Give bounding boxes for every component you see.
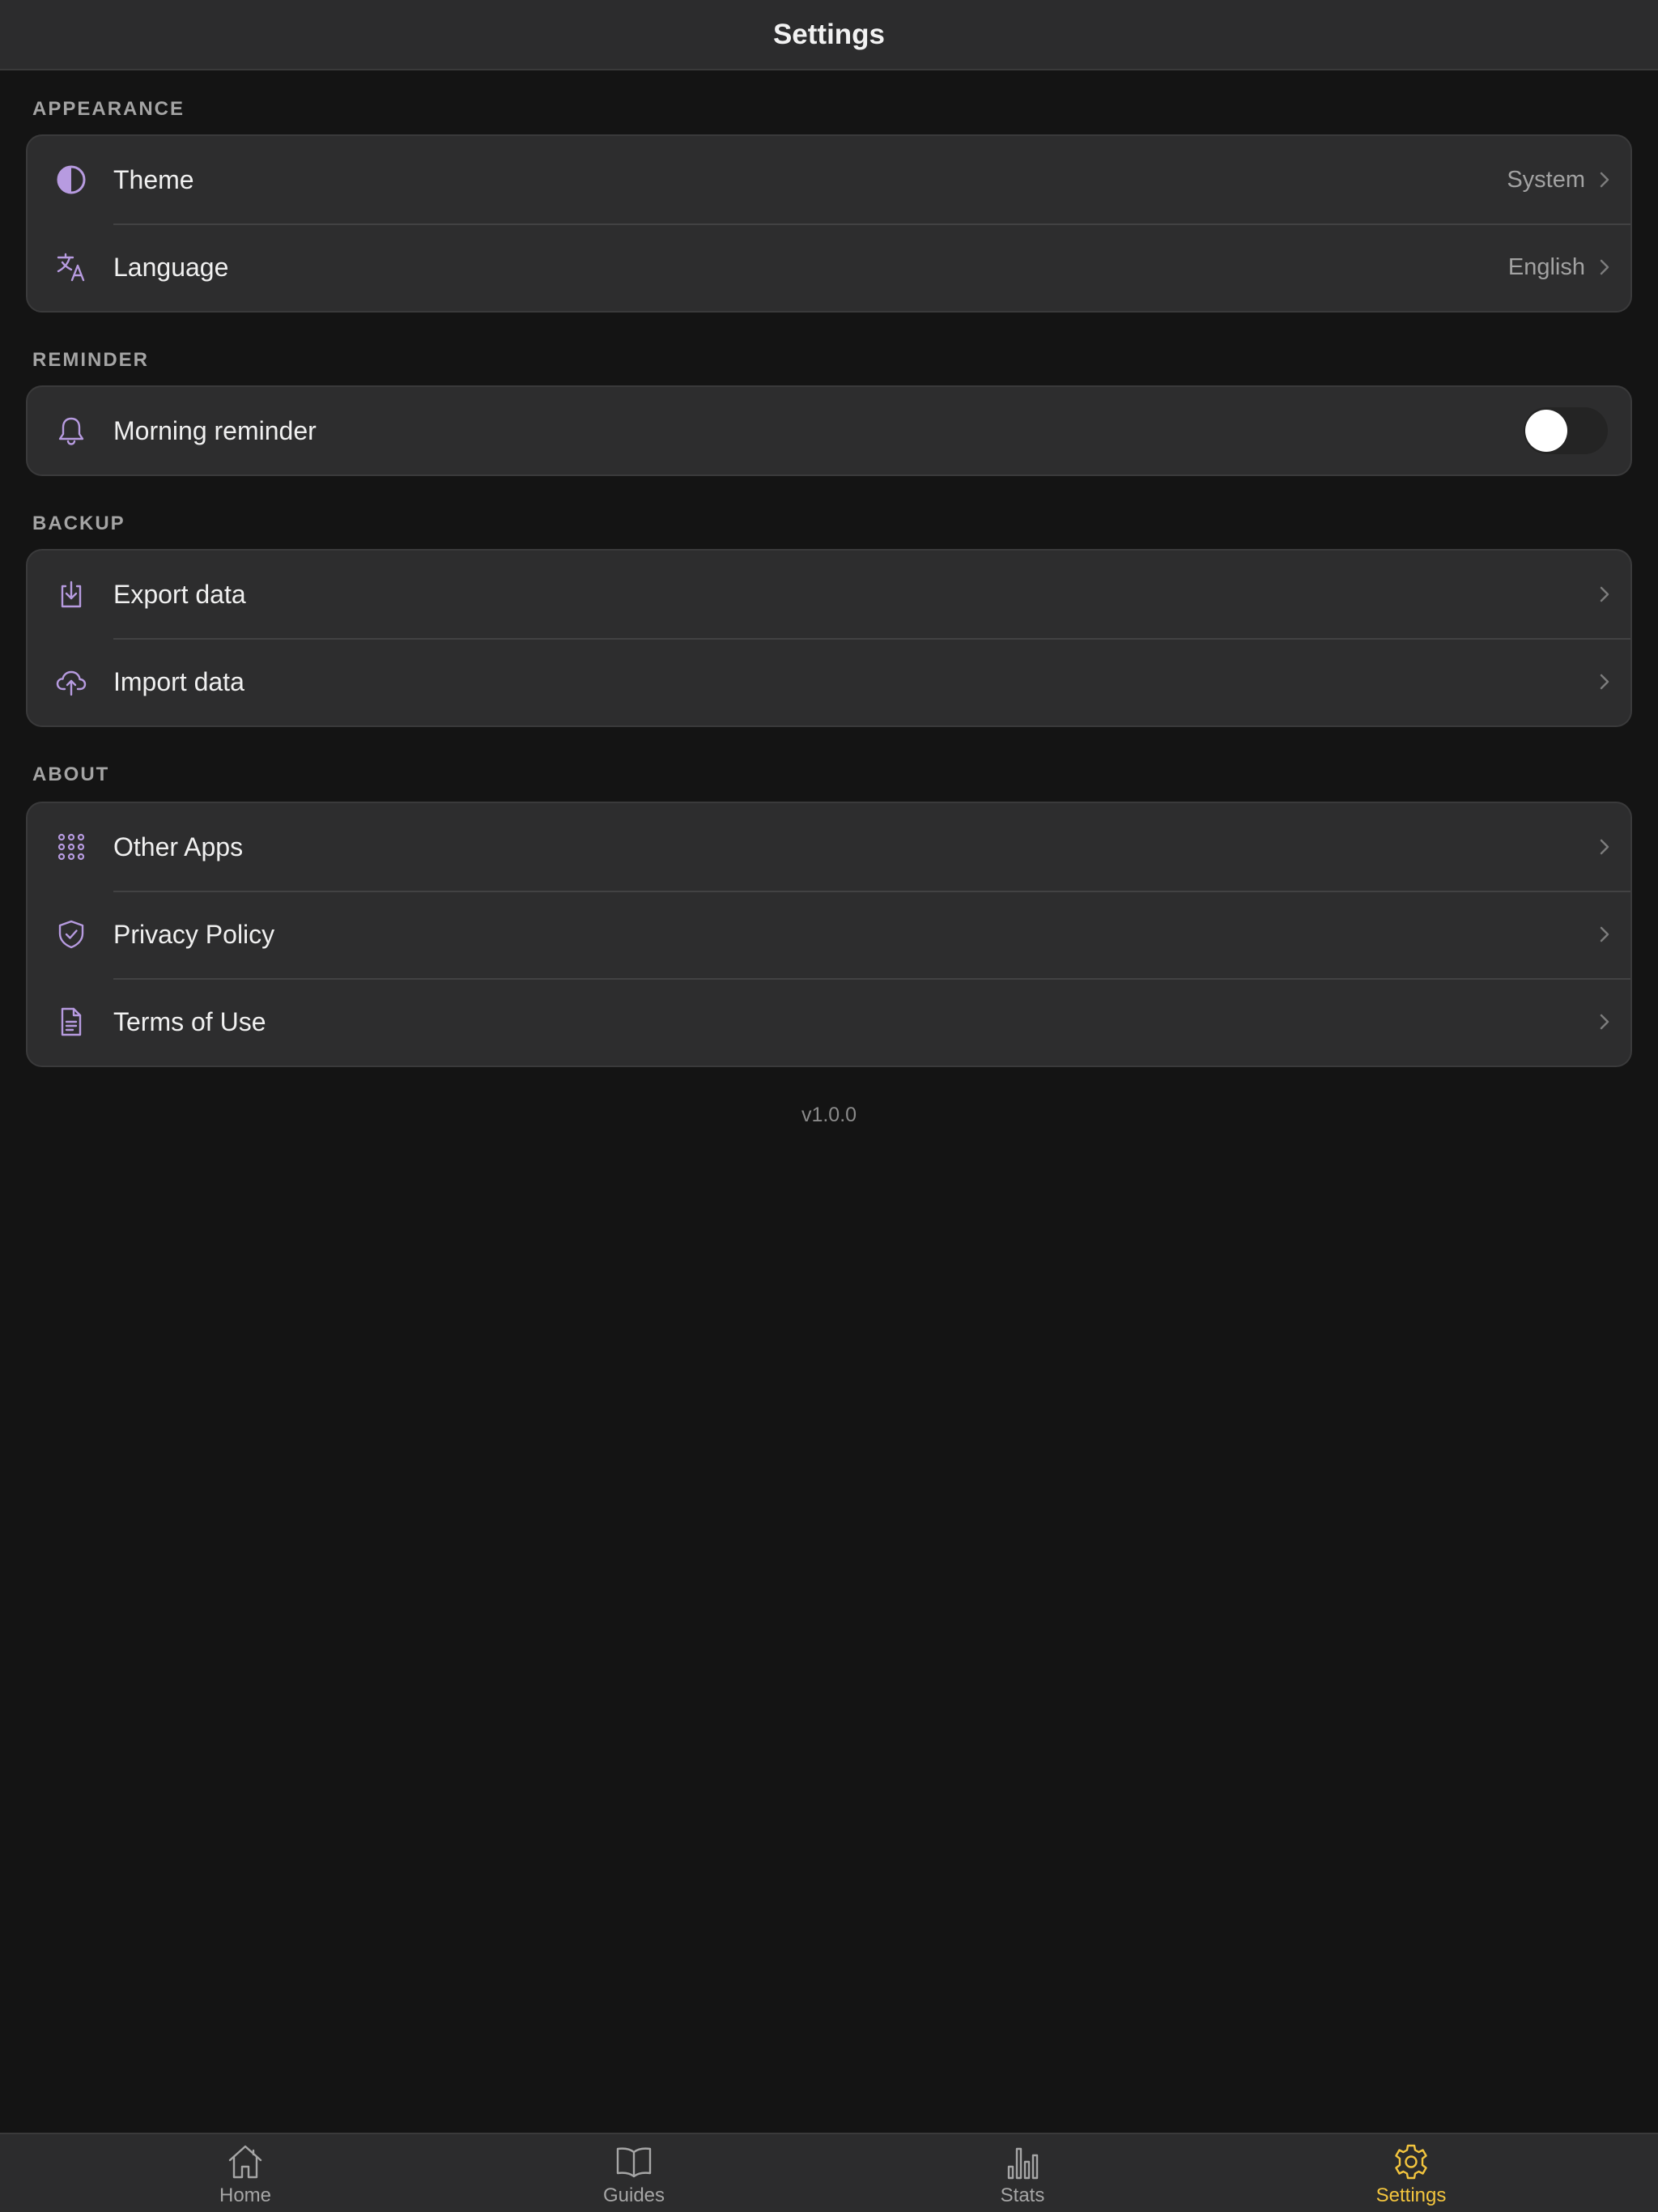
terms-of-use-label: Terms of Use	[113, 1006, 266, 1036]
theme-row[interactable]: Theme System	[28, 136, 1630, 223]
section-label-about: ABOUT	[32, 764, 110, 785]
language-value: English	[1507, 253, 1585, 280]
gear-icon	[1395, 2144, 1427, 2180]
chevron-right-icon	[1600, 586, 1609, 602]
cloud-upload-icon	[55, 666, 87, 698]
privacy-policy-label: Privacy Policy	[113, 919, 275, 949]
tab-settings[interactable]: Settings	[1314, 2134, 1508, 2212]
about-card: Other Apps Privacy Policy Terms of Use	[26, 802, 1632, 1067]
export-data-label: Export data	[113, 579, 246, 609]
toggle-knob	[1525, 410, 1567, 452]
home-icon	[228, 2145, 262, 2179]
morning-reminder-toggle[interactable]	[1524, 407, 1608, 454]
settings-screen: Settings APPEARANCE Theme System Languag…	[0, 0, 1658, 2212]
import-data-label: Import data	[113, 666, 244, 696]
privacy-policy-row[interactable]: Privacy Policy	[28, 891, 1630, 978]
tab-home-label: Home	[219, 2184, 272, 2206]
language-label: Language	[113, 252, 229, 282]
backup-card: Export data Import data	[26, 549, 1632, 727]
chevron-right-icon	[1600, 259, 1609, 275]
tab-home[interactable]: Home	[148, 2134, 342, 2212]
morning-reminder-label: Morning reminder	[113, 415, 317, 445]
morning-reminder-row: Morning reminder	[28, 387, 1630, 474]
page-title: Settings	[772, 18, 886, 50]
translate-icon	[55, 251, 87, 283]
bottom-tab-bar: Home Guides Stats Settings	[0, 2133, 1658, 2212]
section-label-backup: BACKUP	[32, 513, 125, 534]
tab-settings-label: Settings	[1375, 2184, 1447, 2206]
export-data-row[interactable]: Export data	[28, 551, 1630, 638]
tab-guides-label: Guides	[602, 2184, 665, 2206]
tab-stats-label: Stats	[1000, 2184, 1045, 2206]
import-data-row[interactable]: Import data	[28, 638, 1630, 725]
tab-stats[interactable]: Stats	[925, 2134, 1120, 2212]
grid-dots-icon	[55, 831, 87, 863]
document-icon	[55, 1006, 87, 1038]
reminder-card: Morning reminder	[26, 385, 1632, 476]
bell-icon	[55, 415, 87, 447]
terms-of-use-row[interactable]: Terms of Use	[28, 978, 1630, 1066]
language-row[interactable]: Language English	[28, 223, 1630, 311]
chevron-right-icon	[1600, 172, 1609, 188]
chevron-right-icon	[1600, 1014, 1609, 1030]
bar-chart-icon	[1007, 2147, 1039, 2180]
top-bar: Settings	[0, 0, 1658, 70]
section-label-reminder: REMINDER	[32, 349, 150, 371]
chevron-right-icon	[1600, 839, 1609, 855]
book-icon	[616, 2147, 652, 2178]
tab-guides[interactable]: Guides	[537, 2134, 731, 2212]
theme-label: Theme	[113, 164, 194, 194]
chevron-right-icon	[1600, 926, 1609, 942]
half-circle-icon	[55, 164, 87, 196]
download-icon	[55, 578, 87, 610]
chevron-right-icon	[1600, 674, 1609, 690]
version-label: v1.0.0	[801, 1104, 857, 1126]
theme-value: System	[1507, 166, 1585, 193]
other-apps-row[interactable]: Other Apps	[28, 803, 1630, 891]
shield-check-icon	[55, 918, 87, 951]
section-label-appearance: APPEARANCE	[32, 98, 185, 120]
appearance-card: Theme System Language English	[26, 134, 1632, 313]
other-apps-label: Other Apps	[113, 832, 244, 861]
